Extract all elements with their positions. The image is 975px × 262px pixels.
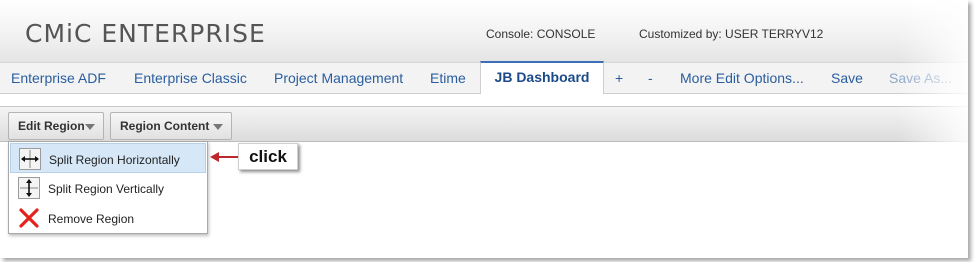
chevron-down-icon	[213, 124, 223, 130]
menu-item-remove-region[interactable]: Remove Region	[10, 203, 206, 233]
annotation-arrow-line	[218, 156, 240, 158]
region-toolbar: Edit Region Region Content	[0, 106, 968, 142]
save-link[interactable]: Save	[831, 63, 863, 94]
tab-etime[interactable]: Etime	[430, 63, 466, 94]
edit-region-button[interactable]: Edit Region	[8, 112, 104, 140]
tab-enterprise-adf[interactable]: Enterprise ADF	[11, 63, 106, 94]
menu-item-label: Remove Region	[48, 212, 135, 226]
tab-jb-dashboard[interactable]: JB Dashboard	[480, 61, 604, 94]
tab-bar: Enterprise ADF Enterprise Classic Projec…	[0, 61, 968, 94]
application-window: CMiC ENTERPRISE Console: CONSOLE Customi…	[0, 0, 968, 258]
region-content-button[interactable]: Region Content	[110, 112, 232, 140]
split-horizontal-icon	[19, 148, 41, 170]
edit-region-menu: Split Region Horizontally Split Region V…	[8, 141, 208, 234]
add-tab-button[interactable]: +	[615, 63, 623, 94]
tab-project-management[interactable]: Project Management	[274, 63, 403, 94]
annotation-callout: click	[238, 143, 298, 170]
menu-item-label: Split Region Horizontally	[49, 153, 180, 167]
app-title: CMiC ENTERPRISE	[25, 19, 266, 48]
tab-enterprise-classic[interactable]: Enterprise Classic	[134, 63, 247, 94]
console-label: Console: CONSOLE	[486, 27, 596, 41]
region-content-label: Region Content	[120, 119, 210, 133]
edit-region-label: Edit Region	[18, 119, 85, 133]
more-edit-options-link[interactable]: More Edit Options...	[680, 63, 804, 94]
header-bar: CMiC ENTERPRISE Console: CONSOLE Customi…	[0, 0, 968, 62]
menu-item-split-vertically[interactable]: Split Region Vertically	[10, 173, 206, 203]
remove-tab-button[interactable]: -	[648, 63, 653, 94]
split-vertical-icon	[18, 177, 40, 199]
customized-by-label: Customized by: USER TERRYV12	[639, 27, 824, 41]
menu-item-split-horizontally[interactable]: Split Region Horizontally	[10, 143, 206, 173]
chevron-down-icon	[85, 124, 95, 130]
save-as-link[interactable]: Save As...	[889, 63, 952, 94]
content-gap	[0, 94, 968, 106]
remove-x-icon	[18, 207, 40, 229]
menu-item-label: Split Region Vertically	[48, 182, 165, 196]
